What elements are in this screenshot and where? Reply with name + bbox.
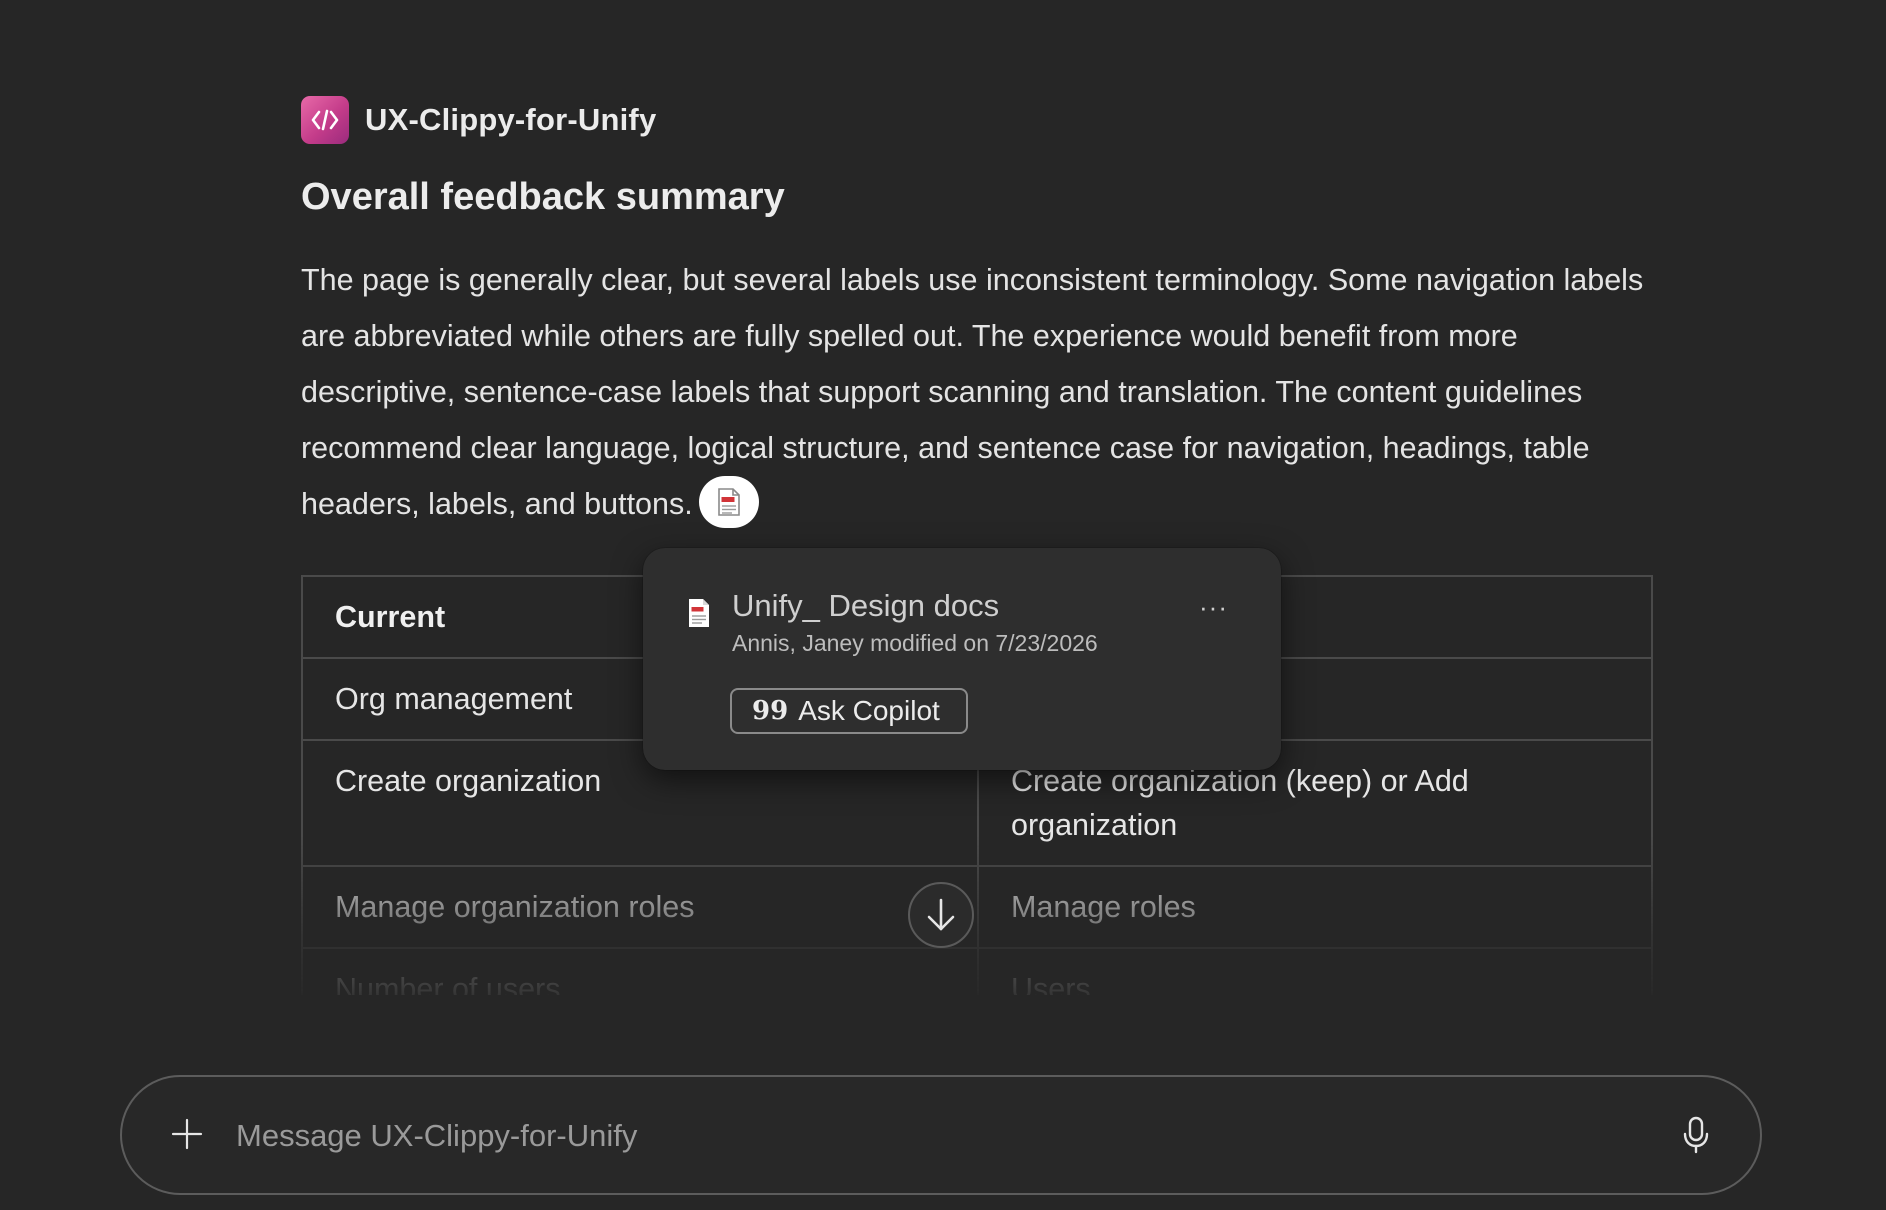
chat-page: UX-Clippy-for-Unify Overall feedback sum… [0, 0, 1886, 1210]
agent-name: UX-Clippy-for-Unify [365, 102, 657, 137]
code-brackets-icon [311, 109, 339, 131]
more-options-button[interactable]: ··· [1199, 592, 1228, 623]
table-cell: Users [977, 947, 1653, 995]
quote-icon: 99 [752, 696, 789, 726]
table-cell: Manage roles [977, 865, 1653, 949]
pdf-file-icon [687, 598, 711, 633]
add-attachment-button[interactable] [170, 1117, 204, 1156]
summary-paragraph: The page is generally clear, but several… [301, 252, 1661, 532]
summary-text: The page is generally clear, but several… [301, 263, 1644, 521]
citation-file-meta: Annis, Janey modified on 7/23/2026 [732, 630, 1098, 656]
agent-logo [301, 96, 349, 144]
citation-chip[interactable] [698, 475, 759, 528]
microphone-button[interactable] [1682, 1115, 1710, 1160]
table-row: Number of users Users [301, 947, 1653, 995]
arrow-down-icon [927, 898, 955, 931]
table-cell: Number of users [301, 947, 979, 995]
plus-icon [171, 1118, 203, 1150]
table-cell: Manage organization roles [301, 865, 979, 949]
pdf-file-icon [717, 488, 740, 516]
agent-header: UX-Clippy-for-Unify [301, 96, 656, 144]
ask-copilot-button[interactable]: 99 Ask Copilot [730, 688, 968, 734]
summary-title: Overall feedback summary [301, 176, 785, 218]
message-composer [120, 1075, 1762, 1195]
table-row: Manage organization roles Manage roles [301, 865, 1653, 949]
scroll-to-bottom-button[interactable] [908, 882, 974, 948]
citation-popover: Unify_ Design docs Annis, Janey modified… [643, 548, 1281, 770]
citation-file-title[interactable]: Unify_ Design docs [732, 588, 999, 624]
message-input[interactable] [234, 1107, 1618, 1165]
microphone-icon [1683, 1116, 1709, 1154]
ask-copilot-label: Ask Copilot [798, 695, 940, 726]
